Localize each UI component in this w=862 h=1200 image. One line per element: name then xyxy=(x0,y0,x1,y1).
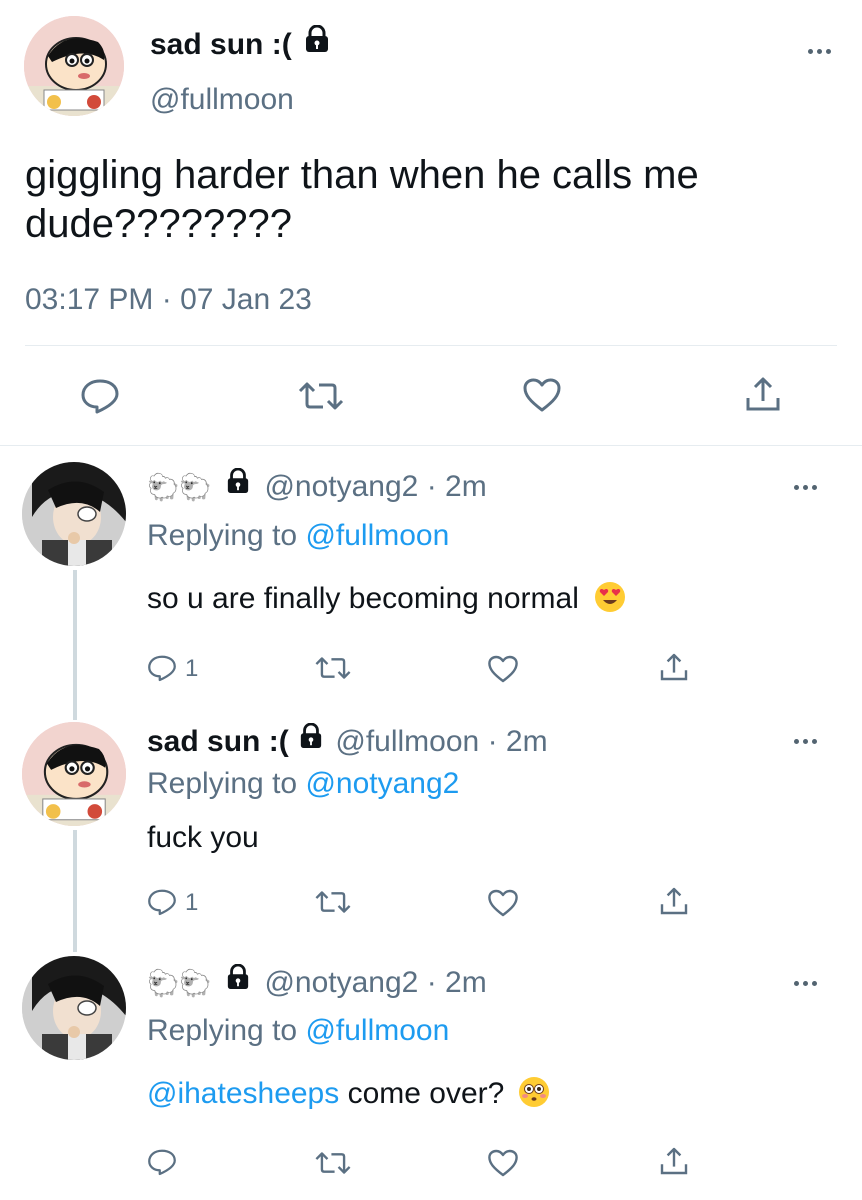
like-icon[interactable] xyxy=(522,377,562,413)
reply-time: · 2m xyxy=(487,725,548,758)
reply-icon[interactable] xyxy=(147,888,177,916)
more-options-icon[interactable] xyxy=(808,49,831,54)
retweet-icon[interactable] xyxy=(314,1150,352,1176)
sheep-icon: 🐑 xyxy=(179,472,212,502)
share-icon[interactable] xyxy=(658,1145,690,1177)
like-icon[interactable] xyxy=(487,654,519,684)
tweet-text-line-2: dude???????? xyxy=(25,202,292,246)
reply-count: 1 xyxy=(185,655,199,682)
like-icon[interactable] xyxy=(487,888,519,918)
reply-handle[interactable]: @notyang2 xyxy=(264,470,418,503)
reply-handle[interactable]: @fullmoon xyxy=(335,725,479,758)
flushed-emoji xyxy=(518,1077,549,1108)
reply-count: 1 xyxy=(185,889,199,916)
sheep-icon: 🐑 xyxy=(147,968,180,998)
avatar[interactable] xyxy=(24,16,124,116)
more-options-icon[interactable] xyxy=(794,981,817,986)
reply-icon[interactable] xyxy=(147,1148,177,1176)
reply-time: · 2m xyxy=(426,966,487,999)
sheep-icon: 🐑 xyxy=(179,968,212,998)
reply-text: fuck you xyxy=(147,821,259,854)
replying-to: Replying to @notyang2 xyxy=(147,767,460,800)
share-icon[interactable] xyxy=(658,651,690,683)
handle[interactable]: @fullmoon xyxy=(150,83,294,117)
retweet-icon[interactable] xyxy=(314,655,352,681)
avatar-image xyxy=(22,722,126,826)
heart-eyes-emoji xyxy=(595,582,626,613)
more-options-icon[interactable] xyxy=(794,485,817,490)
divider xyxy=(25,345,837,346)
mention-link[interactable]: @ihatesheeps xyxy=(147,1077,339,1110)
avatar[interactable] xyxy=(22,722,126,826)
display-name[interactable]: sad sun :( xyxy=(150,24,330,62)
tweet-text-line-1: giggling harder than when he calls me xyxy=(25,153,699,197)
more-options-icon[interactable] xyxy=(794,739,817,744)
divider xyxy=(0,445,862,446)
lock-icon xyxy=(226,467,250,502)
like-icon[interactable] xyxy=(487,1148,519,1178)
retweet-icon[interactable] xyxy=(314,889,352,915)
avatar-image xyxy=(22,462,126,566)
reply-header: sad sun :( @fullmoon · 2m xyxy=(147,722,548,759)
avatar[interactable] xyxy=(22,956,126,1060)
reply-text: @ihatesheeps come over? xyxy=(147,1077,549,1111)
share-icon[interactable] xyxy=(743,374,783,414)
lock-icon xyxy=(226,963,250,998)
retweet-icon[interactable] xyxy=(297,380,345,412)
thread-connector xyxy=(73,570,77,720)
reply-icon[interactable] xyxy=(147,654,177,682)
avatar-image xyxy=(24,16,124,116)
reply-header: 🐑🐑 @notyang2 · 2m xyxy=(147,963,487,1000)
avatar-image xyxy=(22,956,126,1060)
share-icon[interactable] xyxy=(658,885,690,917)
replying-to-link[interactable]: @fullmoon xyxy=(305,519,449,552)
reply-display-name[interactable]: sad sun :( xyxy=(147,725,289,758)
lock-icon xyxy=(299,722,323,757)
reply-handle[interactable]: @notyang2 xyxy=(264,966,418,999)
reply-icon[interactable] xyxy=(80,378,120,414)
replying-to: Replying to @fullmoon xyxy=(147,1014,450,1047)
replying-to-link[interactable]: @notyang2 xyxy=(305,767,459,800)
reply-time: · 2m xyxy=(426,470,487,503)
replying-to-link[interactable]: @fullmoon xyxy=(305,1014,449,1047)
replying-to: Replying to @fullmoon xyxy=(147,519,450,552)
lock-icon xyxy=(304,24,330,61)
timestamp[interactable]: 03:17 PM · 07 Jan 23 xyxy=(25,283,312,317)
reply-header: 🐑🐑 @notyang2 · 2m xyxy=(147,467,487,504)
thread-connector xyxy=(73,830,77,952)
avatar[interactable] xyxy=(22,462,126,566)
reply-text: so u are finally becoming normal xyxy=(147,582,626,616)
sheep-icon: 🐑 xyxy=(147,472,180,502)
